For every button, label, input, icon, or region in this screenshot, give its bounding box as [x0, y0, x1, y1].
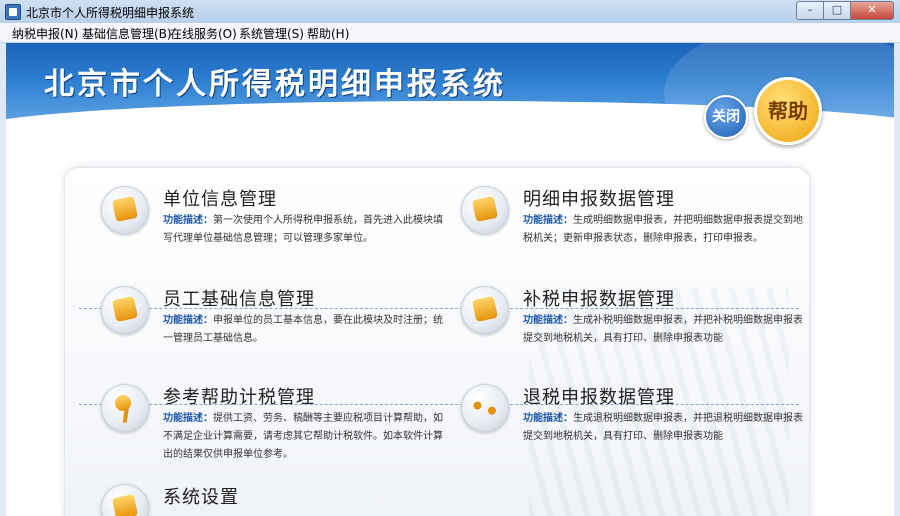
main-content: 北京市个人所得税明细申报系统 关闭 帮助 单位信息管理 功能描述：第一次使用个人…: [6, 43, 894, 516]
minimize-button[interactable]: –: [796, 1, 823, 20]
module-description: 功能描述：生成补税明细数据申报表，并把补税明细数据申报表提交到地税机关，具有打印…: [523, 315, 803, 344]
network-icon: [461, 384, 509, 432]
window-title: 北京市个人所得税明细申报系统: [26, 6, 195, 20]
key-icon: [101, 384, 149, 432]
menu-bar: 纳税申报(N) 基础信息管理(B) 在线服务(O) 系统管理(S) 帮助(H): [0, 23, 900, 43]
settings-icon: [101, 484, 149, 516]
menu-basic-info[interactable]: 基础信息管理(B): [82, 25, 172, 42]
employee-info-icon: [101, 286, 149, 334]
desc-label: 功能描述：: [523, 215, 573, 226]
unit-info-icon: [101, 186, 149, 234]
close-button[interactable]: 关闭: [704, 95, 748, 139]
close-window-button[interactable]: ✕: [850, 1, 894, 20]
menu-tax-declaration[interactable]: 纳税申报(N): [12, 25, 78, 42]
supplementary-tax-icon: [461, 286, 509, 334]
menu-system-management[interactable]: 系统管理(S): [239, 25, 304, 42]
desc-label: 功能描述：: [523, 413, 573, 424]
menu-online-service[interactable]: 在线服务(O): [170, 25, 237, 42]
module-description: 功能描述：生成明细数据申报表，并把明细数据申报表提交到地税机关；更新申报表状态，…: [523, 215, 803, 244]
maximize-button[interactable]: □: [823, 1, 850, 20]
module-title: 单位信息管理: [163, 189, 277, 210]
module-description: 功能描述：第一次使用个人所得税申报系统，首先进入此模块填写代理单位基础信息管理；…: [163, 215, 443, 244]
desc-label: 功能描述：: [163, 215, 213, 226]
help-button[interactable]: 帮助: [754, 77, 822, 145]
desc-label: 功能描述：: [163, 413, 213, 424]
module-description: 功能描述：申报单位的员工基本信息，要在此模块及时注册；统一管理员工基础信息。: [163, 315, 443, 344]
module-title: 参考帮助计税管理: [163, 387, 315, 408]
window-controls: – □ ✕: [796, 1, 894, 20]
module-title: 系统设置: [163, 487, 239, 508]
module-title: 员工基础信息管理: [163, 289, 315, 310]
module-panel: 单位信息管理 功能描述：第一次使用个人所得税申报系统，首先进入此模块填写代理单位…: [64, 167, 810, 516]
module-description: 功能描述：提供工资、劳务、稿酬等主要应税项目计算帮助，如不满足企业计算需要，请考…: [163, 413, 443, 460]
module-title: 明细申报数据管理: [523, 189, 675, 210]
module-title: 退税申报数据管理: [523, 387, 675, 408]
detail-declaration-icon: [461, 186, 509, 234]
desc-label: 功能描述：: [163, 315, 213, 326]
module-title: 补税申报数据管理: [523, 289, 675, 310]
module-description: 功能描述：生成退税明细数据申报表，并把退税明细数据申报表提交到地税机关，具有打印…: [523, 413, 803, 442]
menu-help[interactable]: 帮助(H): [307, 25, 349, 42]
desc-label: 功能描述：: [523, 315, 573, 326]
app-icon[interactable]: [5, 4, 21, 20]
title-bar: 北京市个人所得税明细申报系统 – □ ✕: [0, 0, 900, 24]
banner-title: 北京市个人所得税明细申报系统: [44, 67, 506, 102]
